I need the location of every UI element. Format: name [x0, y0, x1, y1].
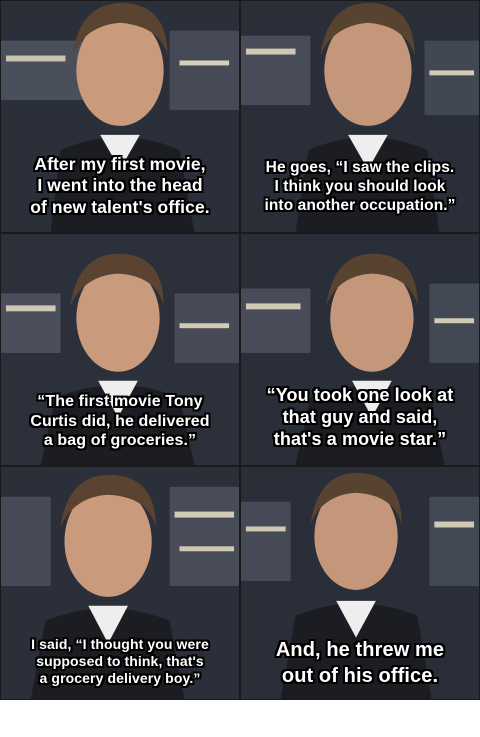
caption-line: I went into the head — [37, 175, 203, 196]
caption-line: I said, “I thought you were — [31, 635, 209, 652]
caption-line: Curtis did, he delivered — [30, 412, 210, 430]
caption-line: into another occupation.” — [264, 197, 456, 215]
caption-line: that guy and said, — [282, 407, 438, 428]
caption-line: “The first movie Tony — [37, 393, 203, 411]
panel-1-caption: After my first movie, I went into the he… — [1, 154, 239, 218]
panel-2-caption: He goes, “I saw the clips. I think you s… — [241, 159, 479, 216]
panel-4-caption: “You took one look at that guy and said,… — [241, 385, 479, 451]
caption-line: a bag of groceries.” — [43, 432, 197, 450]
caption-line: supposed to think, that's — [36, 652, 204, 669]
panel-4: “You took one look at that guy and said,… — [240, 233, 480, 466]
panel-2: He goes, “I saw the clips. I think you s… — [240, 0, 480, 233]
panel-5-caption: I said, “I thought you were supposed to … — [1, 636, 239, 687]
panel-3-caption: “The first movie Tony Curtis did, he del… — [1, 392, 239, 451]
panel-1: After my first movie, I went into the he… — [0, 0, 240, 233]
panel-6-caption: And, he threw me out of his office. — [241, 637, 479, 689]
caption-line: a grocery delivery boy.” — [39, 669, 201, 686]
meme-grid: After my first movie, I went into the he… — [0, 0, 480, 700]
caption-line: “You took one look at — [266, 385, 454, 406]
caption-line: out of his office. — [281, 665, 439, 687]
panel-6: And, he threw me out of his office. — [240, 466, 480, 700]
caption-line: I think you should look — [274, 178, 446, 196]
panel-5: I said, “I thought you were supposed to … — [0, 466, 240, 700]
caption-line: And, he threw me — [275, 639, 445, 661]
caption-line: that's a movie star.” — [273, 429, 447, 450]
caption-line: He goes, “I saw the clips. — [265, 159, 455, 177]
caption-line: of new talent's office. — [30, 196, 210, 217]
bottom-margin — [0, 700, 480, 737]
panel-3: “The first movie Tony Curtis did, he del… — [0, 233, 240, 466]
caption-line: After my first movie, — [34, 153, 206, 174]
